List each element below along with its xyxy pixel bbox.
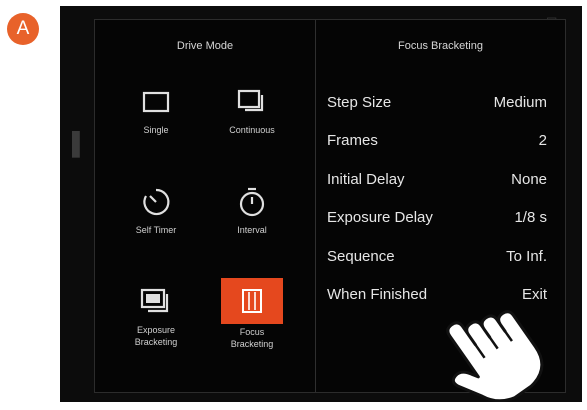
setting-exposure-delay[interactable]: Exposure Delay 1/8 s <box>327 199 547 238</box>
self-timer-icon <box>108 182 204 222</box>
setting-initial-delay[interactable]: Initial Delay None <box>327 160 547 199</box>
step-badge: A <box>7 13 39 45</box>
setting-step-size[interactable]: Step Size Medium <box>327 83 547 122</box>
mode-label: Continuous <box>229 125 275 135</box>
mode-label: Focus Bracketing <box>230 327 274 349</box>
setting-sequence[interactable]: Sequence To Inf. <box>327 237 547 276</box>
exposure-bracketing-icon <box>108 282 204 322</box>
setting-value: Medium <box>493 93 547 111</box>
tap-hand-icon <box>446 310 544 402</box>
mode-single[interactable]: Single <box>108 82 204 136</box>
mode-label: Single <box>143 125 169 135</box>
setting-label: Initial Delay <box>327 170 405 188</box>
setting-label: Frames <box>327 132 378 150</box>
mode-label: Interval <box>237 225 267 235</box>
mode-exposure-bracketing[interactable]: Exposure Bracketing <box>108 282 204 348</box>
mode-continuous[interactable]: Continuous <box>204 82 300 136</box>
camera-screen: ) ) ▌ ▭ Drive Mode Focus Bracketing Sing… <box>60 6 582 402</box>
focus-bracketing-settings: Step Size Medium Frames 2 Initial Delay … <box>327 83 547 314</box>
panel-divider <box>315 20 316 392</box>
drive-mode-title: Drive Mode <box>176 40 234 52</box>
background-bracket-icon: ▌ <box>72 131 88 156</box>
mode-focus-bracketing[interactable]: Focus Bracketing <box>204 278 300 350</box>
setting-value: 2 <box>538 132 547 150</box>
setting-value: None <box>511 170 547 188</box>
setting-label: Sequence <box>327 247 395 265</box>
focus-bracketing-title: Focus Bracketing <box>398 40 483 52</box>
continuous-icon <box>204 82 300 122</box>
mode-label: Exposure Bracketing <box>134 325 178 347</box>
interval-icon <box>204 182 300 222</box>
setting-label: When Finished <box>327 286 428 304</box>
single-frame-icon <box>108 82 204 122</box>
mode-self-timer[interactable]: Self Timer <box>108 182 204 236</box>
setting-frames[interactable]: Frames 2 <box>327 122 547 161</box>
selected-tile <box>221 278 283 324</box>
mode-interval[interactable]: Interval <box>204 182 300 236</box>
mode-label: Self Timer <box>135 225 177 235</box>
focus-bracketing-icon <box>242 289 262 313</box>
setting-label: Exposure Delay <box>327 209 433 227</box>
setting-value: 1/8 s <box>514 209 547 227</box>
setting-value: To Inf. <box>506 247 547 265</box>
setting-label: Step Size <box>327 93 392 111</box>
